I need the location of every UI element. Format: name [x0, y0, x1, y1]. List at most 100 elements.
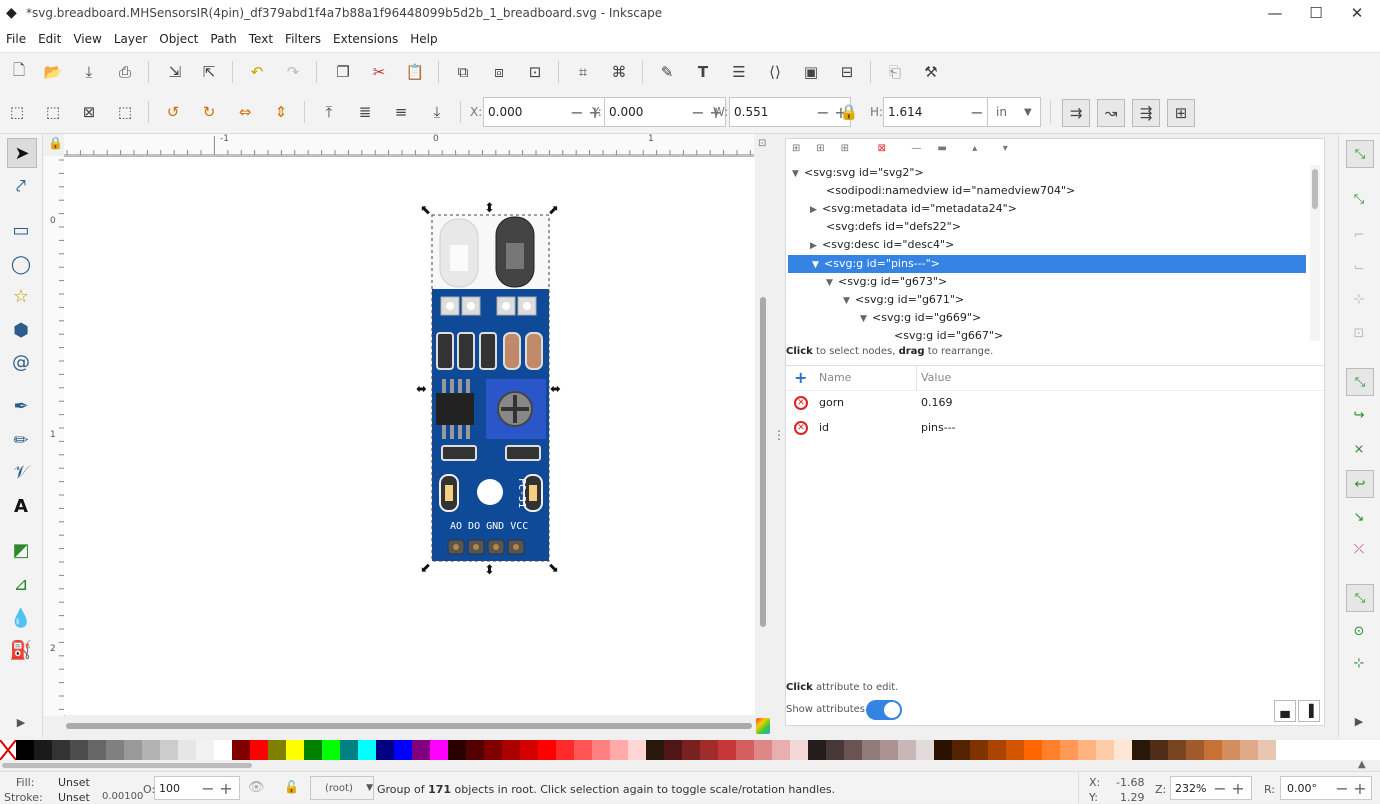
palette-swatch[interactable] [754, 740, 772, 760]
fill-value[interactable]: Unset [58, 776, 90, 789]
palette-swatch[interactable] [484, 740, 502, 760]
palette-swatch[interactable] [196, 740, 214, 760]
new-text-node-icon[interactable]: ⊞ [816, 143, 824, 154]
palette-swatch[interactable] [358, 740, 376, 760]
xml-tree-scroll-thumb[interactable] [1312, 169, 1318, 209]
snap-paths-icon[interactable]: ↪ [1346, 402, 1372, 428]
palette-swatch[interactable] [934, 740, 952, 760]
palette-swatch[interactable] [808, 740, 826, 760]
close-button[interactable]: ✕ [1334, 0, 1380, 27]
opacity-spinbox[interactable]: 100 − + [154, 776, 240, 800]
xml-node[interactable]: ▼ <svg:g id="g673"> [826, 273, 947, 291]
calligraphy-tool-icon[interactable]: 𝒱 [7, 458, 35, 486]
palette-swatch[interactable] [880, 740, 898, 760]
lower-to-bottom-icon[interactable]: ⤓ [426, 101, 448, 123]
expander-icon[interactable]: ▼ [792, 165, 804, 183]
palette-swatch[interactable] [1042, 740, 1060, 760]
y-decrement-button[interactable]: − [689, 103, 707, 122]
pencil-tool-icon[interactable]: ✏ [7, 426, 35, 454]
objects-icon[interactable]: ▣ [800, 61, 822, 83]
redo-icon[interactable]: ↷ [282, 61, 304, 83]
palette-swatch[interactable] [1078, 740, 1096, 760]
attribute-value[interactable]: 0.169 [921, 391, 953, 415]
palette-swatch[interactable] [286, 740, 304, 760]
xml-node[interactable]: ▼ <svg:svg id="svg2"> [792, 164, 924, 182]
panel-resize-handle[interactable]: ⋮ [773, 428, 785, 442]
rotate-increment-button[interactable]: + [1351, 779, 1369, 798]
menu-extensions[interactable]: Extensions [327, 27, 404, 52]
menu-layer[interactable]: Layer [108, 27, 153, 52]
palette-swatch[interactable] [70, 740, 88, 760]
opacity-decrement-button[interactable]: − [199, 779, 217, 798]
palette-swatch[interactable] [178, 740, 196, 760]
unit-dropdown[interactable]: in ▼ [987, 97, 1041, 127]
palette-swatch[interactable] [124, 740, 142, 760]
palette-swatch[interactable] [16, 740, 34, 760]
h-decrement-button[interactable]: − [968, 103, 986, 122]
layer-visibility-icon[interactable]: 👁 [248, 780, 265, 795]
w-spinbox[interactable]: 0.551 − + [729, 97, 851, 127]
drawing-canvas[interactable]: FC-51 AO DO GND VCC ⬉ ⬍ ⬈ ⬌ ⬌ ⬋ ⬍ ⬊ [64, 157, 755, 715]
palette-swatch[interactable] [430, 740, 448, 760]
palette-swatch[interactable] [1258, 740, 1276, 760]
xml-node-selected[interactable]: ▼ <svg:g id="pins---"> [788, 255, 1306, 273]
palette-scrollbar[interactable]: ▲ [0, 759, 1380, 771]
xml-node[interactable]: <sodipodi:namedview id="namedview704"> [814, 182, 1075, 200]
y-value[interactable]: 0.000 [605, 105, 689, 119]
stroke-value[interactable]: Unset [58, 791, 90, 804]
snap-midpoints-icon[interactable]: ⤫ [1346, 536, 1372, 562]
palette-swatch[interactable] [340, 740, 358, 760]
palette-swatch[interactable] [520, 740, 538, 760]
palette-swatch[interactable] [232, 740, 250, 760]
snap-centers-icon[interactable]: ⊙ [1346, 618, 1372, 644]
ellipse-tool-icon[interactable]: ◯ [7, 250, 35, 278]
palette-swatch[interactable] [952, 740, 970, 760]
lower-node-icon[interactable]: ▾ [1003, 143, 1008, 154]
delete-node-icon[interactable]: ⊠ [878, 143, 886, 154]
palette-swatch[interactable] [1024, 740, 1042, 760]
raise-icon[interactable]: ≣ [354, 101, 376, 123]
import-icon[interactable]: ⇲ [164, 61, 186, 83]
palette-swatch[interactable] [1222, 740, 1240, 760]
palette-swatch[interactable] [790, 740, 808, 760]
unlink-clone-icon[interactable]: ⊡ [524, 61, 546, 83]
move-gradients-icon[interactable]: ⇶ [1132, 99, 1160, 127]
palette-swatch[interactable] [646, 740, 664, 760]
palette-swatch[interactable] [304, 740, 322, 760]
lock-guides-icon[interactable]: 🔒 [48, 136, 63, 150]
gradient-tool-icon[interactable]: ◩ [7, 536, 35, 564]
menu-help[interactable]: Help [404, 27, 443, 52]
group-icon[interactable]: ⌗ [572, 61, 594, 83]
star-tool-icon[interactable]: ☆ [7, 282, 35, 310]
attribute-row[interactable]: ✕ id pins--- [786, 416, 1324, 440]
layout-horizontal-icon[interactable]: ▄ [1274, 700, 1296, 722]
palette-swatch[interactable] [214, 740, 232, 760]
palette-swatch[interactable] [34, 740, 52, 760]
x-value[interactable]: 0.000 [484, 105, 568, 119]
palette-swatch[interactable] [106, 740, 124, 760]
vertical-scroll-thumb[interactable] [760, 297, 766, 627]
zoom-corner-icon[interactable]: ⊡ [758, 138, 766, 149]
add-attribute-icon[interactable]: + [794, 368, 807, 387]
palette-swatch[interactable] [1186, 740, 1204, 760]
xml-node[interactable]: ▼ <svg:g id="g671"> [843, 291, 964, 309]
palette-swatch[interactable] [664, 740, 682, 760]
xml-node[interactable]: ▼ <svg:g id="g669"> [860, 309, 981, 327]
palette-swatch[interactable] [1096, 740, 1114, 760]
sensor-drawing[interactable]: FC-51 AO DO GND VCC ⬉ ⬍ ⬈ ⬌ ⬌ ⬋ ⬍ ⬊ [64, 157, 755, 715]
attribute-row[interactable]: ✕ gorn 0.169 [786, 391, 1324, 415]
dropper-tool-icon[interactable]: 💧 [7, 604, 35, 632]
stroke-width-value[interactable]: 0.00100 [102, 791, 143, 802]
undo-icon[interactable]: ↶ [246, 61, 268, 83]
flip-vertical-icon[interactable]: ⇕ [270, 101, 292, 123]
palette-swatch[interactable] [538, 740, 556, 760]
xml-tree-scrollbar[interactable] [1310, 165, 1320, 341]
new-element-node-icon[interactable]: ⊞ [792, 143, 800, 154]
menu-file[interactable]: File [0, 27, 32, 52]
new-document-icon[interactable]: 🗋 [8, 61, 30, 83]
select-all-icon[interactable]: ⬚ [6, 101, 28, 123]
delete-attribute-icon[interactable]: ✕ [794, 421, 808, 435]
palette-swatch[interactable] [736, 740, 754, 760]
palette-swatch[interactable] [250, 740, 268, 760]
palette-swatch[interactable] [844, 740, 862, 760]
